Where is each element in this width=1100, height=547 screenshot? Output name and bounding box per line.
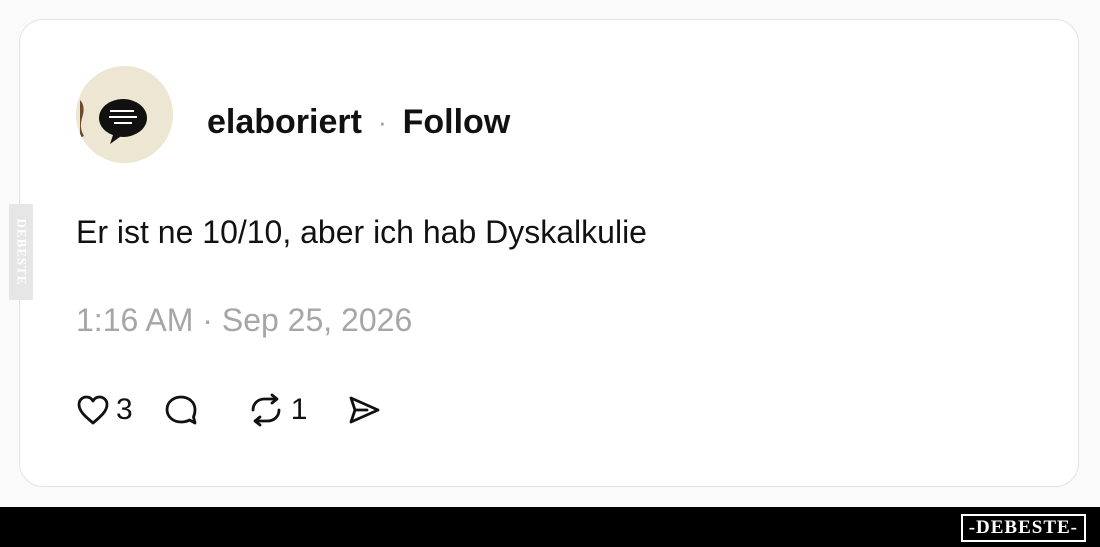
footer-bar: -DEBESTE- [0,507,1100,547]
action-bar: 3 1 [76,388,387,432]
repost-count: 1 [290,393,308,426]
post-header: elaboriert · Follow [207,100,510,144]
post-timestamp[interactable]: 1:16 AM · Sep 25, 2026 [76,302,412,339]
reply-button[interactable] [163,393,205,427]
comment-icon [165,395,197,425]
follow-button[interactable]: Follow [403,103,511,142]
repost-button[interactable]: 1 [247,393,308,427]
side-watermark: DEBESTE [9,204,33,300]
avatar[interactable] [76,66,173,163]
side-watermark-text: DEBESTE [14,218,30,286]
heart-icon [77,395,109,425]
share-icon [349,396,380,424]
like-count: 3 [116,393,133,426]
like-button[interactable]: 3 [76,393,133,427]
page: DEBESTE elaboriert · Follow Er ist ne 10… [0,0,1100,547]
brand-logo: -DEBESTE- [960,514,1086,542]
separator-dot: · [377,106,387,137]
share-button[interactable] [347,394,387,426]
username[interactable]: elaboriert [207,103,362,142]
repost-icon [251,393,281,427]
avatar-image [76,66,173,163]
post-text: Er ist ne 10/10, aber ich hab Dyskalkuli… [76,214,647,250]
